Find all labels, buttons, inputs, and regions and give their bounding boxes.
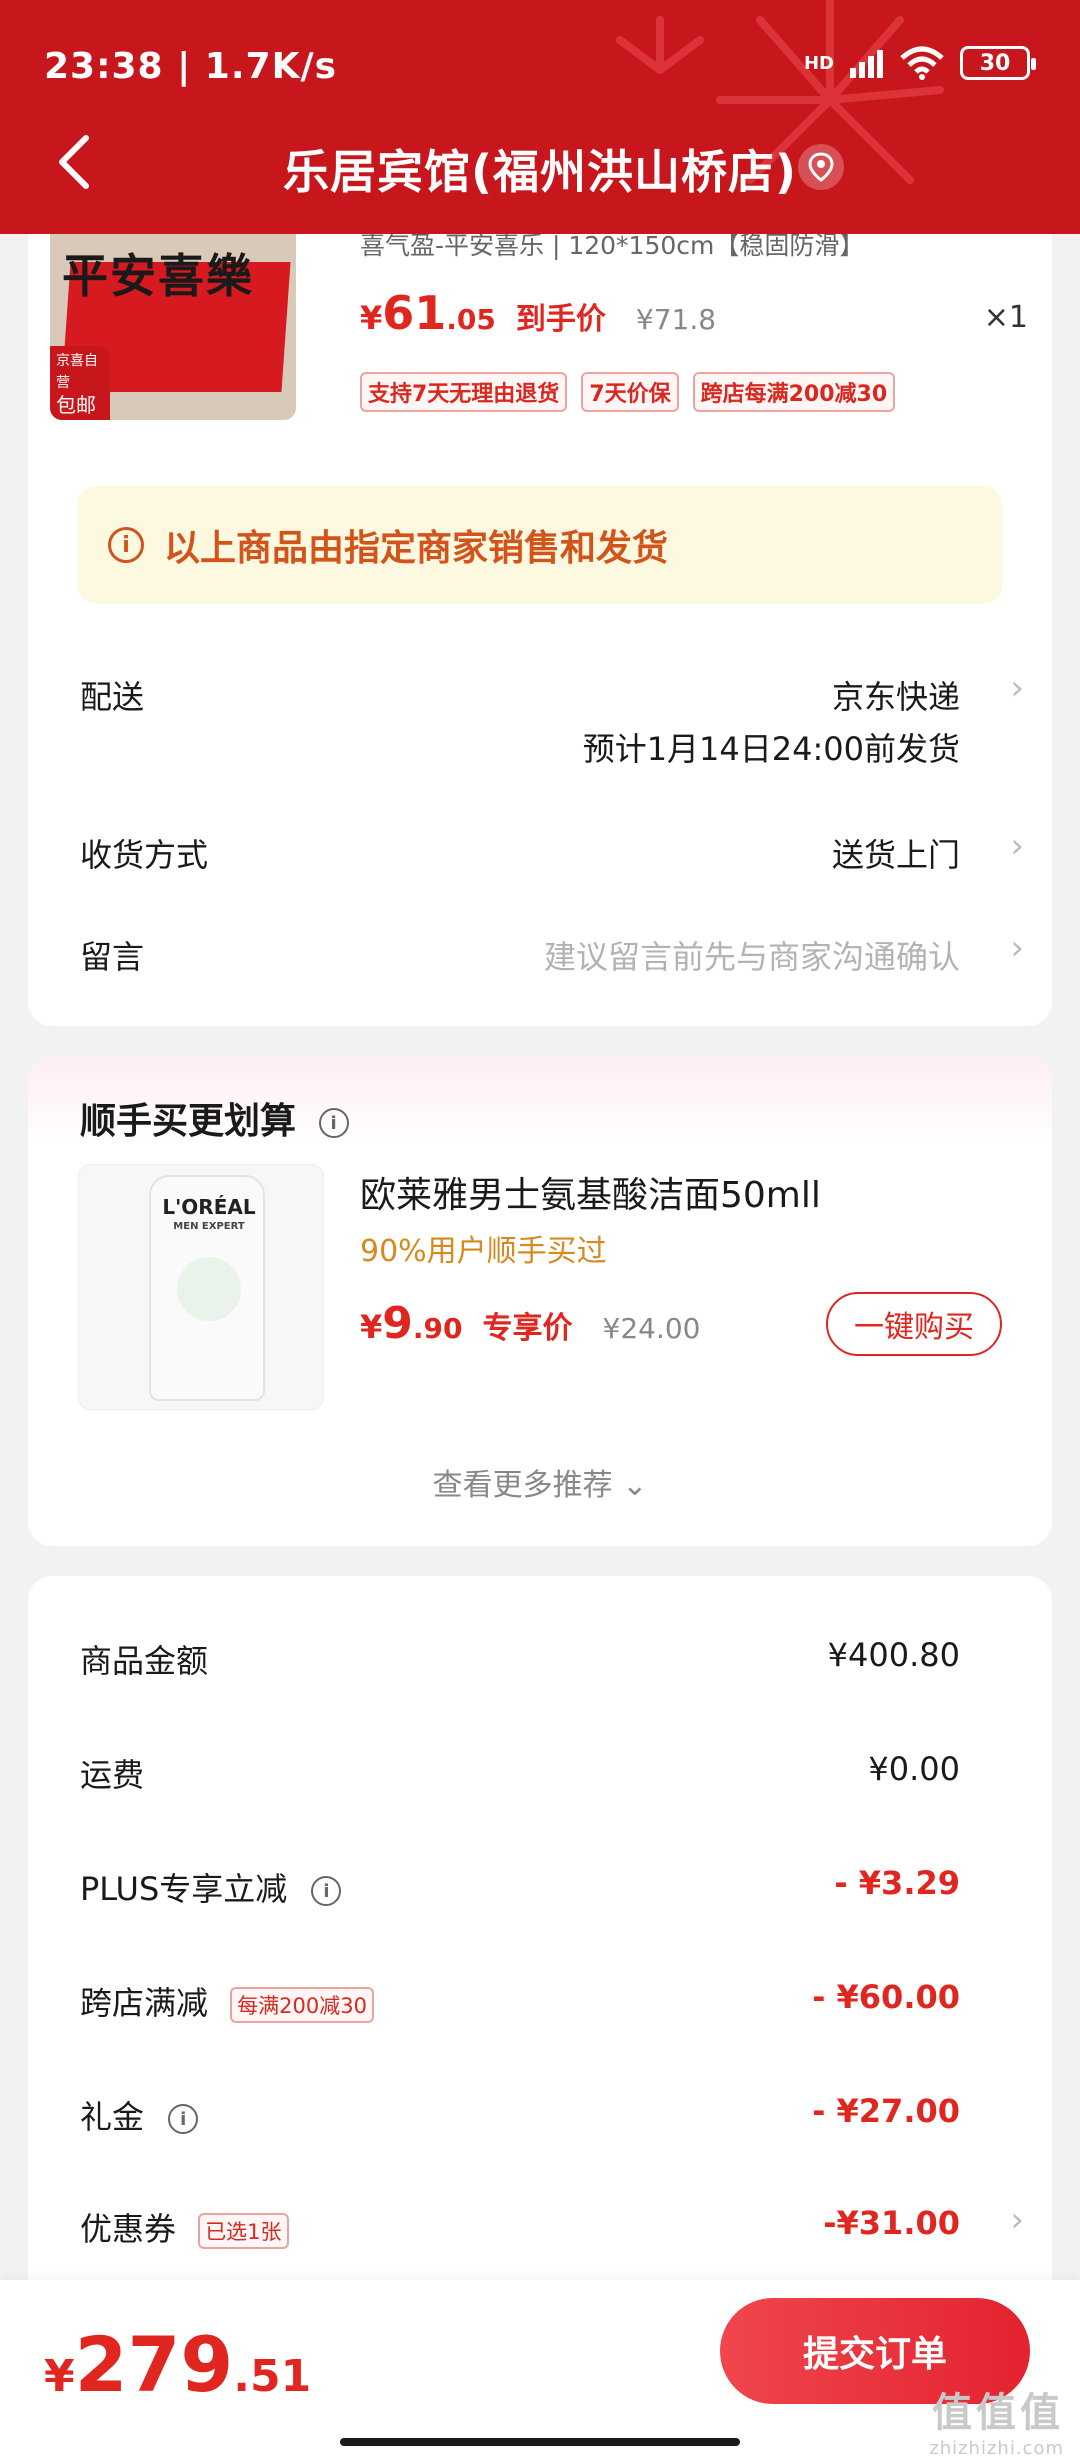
- service-tag: 跨店每满200减30: [692, 372, 896, 412]
- location-pin-icon: [808, 152, 834, 182]
- signal-icon: [850, 50, 883, 78]
- total-decimal: .51: [233, 2351, 312, 2402]
- badge-top-text: 京喜自营: [56, 353, 98, 391]
- recommend-product-price: ¥ 9 .90 专享价 ¥24.00: [360, 1298, 700, 1349]
- total-symbol: ¥: [44, 2351, 75, 2402]
- product-image-badge: 京喜自营 包邮: [50, 346, 110, 420]
- recommend-product-subtitle: 90%用户顺手买过: [360, 1234, 607, 1269]
- network-label: HD: [803, 52, 834, 74]
- watermark-top: 值值值: [932, 2390, 1064, 2436]
- shipping-value: ¥0.00: [868, 1750, 960, 1788]
- chevron-down-icon: ⌄: [622, 1468, 648, 1503]
- goods-amount-label: 商品金额: [80, 1642, 209, 1680]
- gift-money-value: - ¥27.00: [812, 2092, 960, 2130]
- checkout-bar: ¥ 279 .51 提交订单 值值值 zhizhizhi.com: [0, 2280, 1080, 2460]
- product-quantity: ×1: [983, 300, 1028, 335]
- recommend-product-image[interactable]: L'ORÉAL MEN EXPERT: [78, 1164, 324, 1410]
- service-tag: 支持7天无理由退货: [360, 372, 568, 412]
- delivery-label: 配送: [80, 678, 145, 716]
- tube-brand-text: L'ORÉAL: [162, 1195, 256, 1219]
- receive-method-label: 收货方式: [80, 836, 209, 874]
- delivery-value[interactable]: 京东快递: [832, 672, 960, 718]
- price-tag: 专享价: [482, 1311, 573, 1346]
- price-integer: 9: [382, 1298, 413, 1349]
- price-integer: 61: [382, 286, 447, 340]
- info-icon[interactable]: i: [311, 1876, 342, 1906]
- message-chevron-icon[interactable]: ›: [1010, 928, 1024, 968]
- cross-store-value: - ¥60.00: [812, 1978, 960, 2016]
- receive-chevron-icon[interactable]: ›: [1010, 826, 1024, 866]
- plus-discount-label: PLUS专享立减 i: [80, 1864, 342, 1910]
- original-price: ¥71.8: [635, 303, 717, 336]
- location-button[interactable]: [798, 144, 844, 190]
- top-header: 23:38 | 1.7K/s HD 30 乐居宾馆(福州洪山桥店): [0, 0, 1080, 234]
- status-time: 23:38 | 1.7K/s: [44, 46, 338, 87]
- price-symbol: ¥: [360, 1308, 383, 1346]
- badge-bottom-text: 包邮: [56, 393, 96, 417]
- receive-method-value[interactable]: 送货上门: [832, 830, 960, 876]
- coupon-tag: 已选1张: [198, 2213, 289, 2249]
- gift-money-label: 礼金 i: [80, 2092, 199, 2138]
- goods-amount-value: ¥400.80: [827, 1636, 960, 1674]
- wifi-icon: [900, 46, 944, 80]
- watermark-bottom: zhizhizhi.com: [929, 2438, 1064, 2459]
- tube-circle-graphic: [177, 1257, 241, 1321]
- cross-store-tag: 每满200减30: [230, 1987, 374, 2023]
- coupon-text: 优惠券: [80, 2210, 177, 2248]
- delivery-chevron-icon[interactable]: ›: [1010, 668, 1024, 708]
- more-recommendations-label: 查看更多推荐: [432, 1468, 613, 1503]
- total-integer: 279: [74, 2320, 234, 2409]
- gift-money-text: 礼金: [80, 2098, 145, 2136]
- shipping-label: 运费: [80, 1756, 145, 1794]
- plus-discount-text: PLUS专享立减: [80, 1870, 288, 1908]
- original-price: ¥24.00: [602, 1312, 701, 1345]
- home-indicator[interactable]: [340, 2438, 740, 2446]
- service-tag: 7天价保: [581, 372, 679, 412]
- plus-discount-value: - ¥3.29: [834, 1864, 960, 1902]
- page-title: 乐居宾馆(福州洪山桥店): [282, 145, 798, 199]
- info-icon: i: [108, 527, 144, 563]
- message-input[interactable]: 建议留言前先与商家沟通确认: [544, 932, 960, 978]
- total-price: ¥ 279 .51: [44, 2320, 311, 2409]
- product-price: ¥ 61 .05 到手价 ¥71.8: [360, 286, 716, 340]
- seller-notice: i 以上商品由指定商家销售和发货: [78, 486, 1002, 604]
- one-click-buy-button[interactable]: 一键购买: [826, 1292, 1002, 1356]
- more-recommendations-link[interactable]: 查看更多推荐 ⌄: [0, 1460, 1080, 1504]
- product-image-text: 平安喜樂: [62, 249, 254, 303]
- recommend-product-title[interactable]: 欧莱雅男士氨基酸洁面50mll: [360, 1166, 821, 1218]
- status-icons: HD 30: [803, 46, 1036, 80]
- coupon-chevron-icon[interactable]: ›: [1010, 2200, 1024, 2240]
- recommend-section-title: 顺手买更划算 i: [80, 1092, 349, 1144]
- price-decimal: .90: [412, 1312, 463, 1345]
- message-label: 留言: [80, 938, 145, 976]
- coupon-value[interactable]: -¥31.00: [823, 2204, 960, 2242]
- delivery-estimate: 预计1月14日24:00前发货: [582, 730, 960, 768]
- watermark-logo: 值值值 zhizhizhi.com: [929, 2380, 1064, 2459]
- info-icon[interactable]: i: [318, 1108, 349, 1138]
- battery-icon: 30: [960, 46, 1036, 80]
- seller-notice-text: 以上商品由指定商家销售和发货: [164, 528, 669, 569]
- coupon-label: 优惠券 已选1张: [80, 2204, 289, 2250]
- cleanser-tube-graphic: L'ORÉAL MEN EXPERT: [149, 1175, 265, 1401]
- cross-store-text: 跨店满减: [80, 1984, 209, 2022]
- price-tag: 到手价: [515, 302, 606, 337]
- recommend-title-text: 顺手买更划算: [80, 1101, 297, 1142]
- cross-store-label: 跨店满减 每满200减30: [80, 1978, 374, 2024]
- info-icon[interactable]: i: [168, 2104, 199, 2134]
- product-image[interactable]: 平安喜樂 京喜自营 包邮: [50, 210, 296, 420]
- price-decimal: .05: [446, 303, 496, 336]
- tube-sub-text: MEN EXPERT: [173, 1221, 245, 1232]
- service-tags: 支持7天无理由退货 7天价保 跨店每满200减30: [360, 372, 896, 412]
- price-symbol: ¥: [360, 299, 383, 337]
